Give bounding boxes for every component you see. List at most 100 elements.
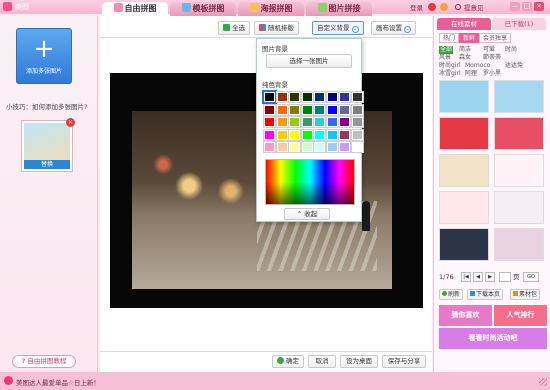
color-swatch[interactable] bbox=[313, 91, 326, 103]
color-swatch[interactable] bbox=[300, 91, 314, 103]
color-spectrum-picker[interactable] bbox=[265, 159, 355, 205]
category-item[interactable]: 森女 bbox=[459, 54, 471, 62]
color-swatch[interactable] bbox=[300, 116, 314, 128]
ok-button[interactable]: 确定 bbox=[272, 355, 304, 368]
page-input[interactable] bbox=[499, 272, 511, 282]
category-item[interactable]: 阿狸 bbox=[465, 70, 477, 78]
color-swatch[interactable] bbox=[350, 116, 364, 128]
material-thumbnail[interactable] bbox=[494, 228, 544, 261]
popular-ranking-banner[interactable]: 人气排行 bbox=[494, 305, 547, 326]
category-item[interactable]: 可爱 bbox=[483, 46, 495, 54]
color-swatch[interactable] bbox=[275, 116, 289, 128]
color-swatch[interactable] bbox=[338, 141, 351, 153]
color-swatch[interactable] bbox=[263, 128, 276, 141]
material-thumbnail[interactable] bbox=[494, 117, 544, 150]
color-swatch[interactable] bbox=[313, 128, 326, 141]
resize-grip-icon[interactable] bbox=[539, 378, 547, 386]
login-link[interactable]: 登录 bbox=[410, 2, 423, 12]
cancel-button[interactable]: 取消 bbox=[308, 355, 336, 368]
color-swatch[interactable] bbox=[275, 128, 289, 141]
material-thumbnail[interactable] bbox=[439, 228, 489, 261]
category-item[interactable]: 风景 bbox=[439, 54, 451, 62]
color-swatch[interactable] bbox=[300, 141, 314, 153]
image-thumbnail[interactable]: × 替换 bbox=[22, 118, 75, 171]
color-swatch[interactable] bbox=[288, 116, 301, 128]
category-item[interactable]: 达达兔 bbox=[505, 62, 523, 70]
material-thumbnail[interactable] bbox=[439, 80, 489, 113]
color-swatch[interactable] bbox=[313, 141, 326, 153]
material-thumbnail[interactable] bbox=[494, 80, 544, 113]
tab-image-stitch[interactable]: 图片拼接 bbox=[306, 2, 372, 16]
color-swatch[interactable] bbox=[288, 103, 301, 116]
material-pack-button[interactable]: 素材包 bbox=[510, 289, 541, 300]
material-thumbnail[interactable] bbox=[439, 154, 489, 187]
first-page-button[interactable]: |◀ bbox=[461, 272, 471, 282]
color-swatch[interactable] bbox=[350, 141, 364, 153]
category-item[interactable]: 时尚girl bbox=[439, 62, 461, 70]
color-swatch[interactable] bbox=[288, 141, 301, 153]
fashion-event-banner[interactable]: 看看时尚活动吧 bbox=[439, 328, 547, 349]
category-item[interactable]: 冰雪girl bbox=[439, 70, 461, 78]
status-message[interactable]: 美图达人最爱单品☆日上新！ bbox=[16, 377, 100, 387]
color-swatch[interactable] bbox=[338, 116, 351, 128]
random-layout-button[interactable]: 随机排版 bbox=[254, 21, 299, 35]
close-button[interactable]: × bbox=[534, 2, 544, 11]
subtab-new[interactable]: 新鲜 bbox=[459, 33, 480, 43]
save-share-button[interactable]: 保存与分享 bbox=[382, 355, 426, 368]
category-item[interactable]: Momoco bbox=[465, 62, 490, 70]
weibo-icon[interactable] bbox=[428, 3, 436, 11]
color-swatch[interactable] bbox=[275, 91, 289, 103]
color-swatch[interactable] bbox=[350, 128, 364, 141]
category-item[interactable]: 时尚 bbox=[505, 46, 517, 54]
material-thumbnail[interactable] bbox=[439, 191, 489, 224]
color-swatch[interactable] bbox=[263, 116, 276, 128]
add-images-button[interactable]: + 添加多张图片 bbox=[16, 28, 72, 84]
tab-online-materials[interactable]: 在线素材 bbox=[437, 18, 491, 30]
minimize-button[interactable]: — bbox=[510, 2, 520, 11]
tip-link[interactable]: 小技巧：如何添加多张图片? bbox=[6, 101, 87, 111]
category-item[interactable]: 全部 bbox=[439, 46, 454, 54]
color-swatch[interactable] bbox=[338, 103, 351, 116]
replace-button[interactable]: 替换 bbox=[24, 160, 70, 169]
custom-background-button[interactable]: 自定义背景 ⌄ bbox=[312, 21, 364, 35]
subtab-hot[interactable]: 热门 bbox=[439, 33, 460, 43]
tab-poster-collage[interactable]: 海报拼图 bbox=[238, 2, 304, 16]
collapse-button[interactable]: ⌃ 收起 bbox=[284, 208, 330, 220]
color-swatch[interactable] bbox=[263, 141, 276, 153]
tab-downloaded[interactable]: 已下载(1) bbox=[492, 18, 546, 30]
refresh-button[interactable]: 刷新 bbox=[439, 289, 464, 300]
prev-page-button[interactable]: ◀ bbox=[473, 272, 483, 282]
feedback-link[interactable]: 提意见 bbox=[464, 2, 484, 12]
material-thumbnail[interactable] bbox=[439, 117, 489, 150]
color-swatch[interactable] bbox=[325, 116, 339, 128]
subtab-member[interactable]: 会员独享 bbox=[479, 33, 512, 43]
color-swatch[interactable] bbox=[288, 128, 301, 141]
go-button[interactable]: GO bbox=[523, 272, 539, 282]
color-swatch[interactable] bbox=[288, 91, 301, 103]
color-swatch[interactable] bbox=[313, 116, 326, 128]
material-thumbnail[interactable] bbox=[494, 191, 544, 224]
color-swatch[interactable] bbox=[262, 90, 277, 104]
next-page-button[interactable]: ▶ bbox=[485, 272, 495, 282]
material-thumbnail[interactable] bbox=[494, 154, 544, 187]
maximize-button[interactable]: □ bbox=[522, 2, 532, 11]
select-all-button[interactable]: 全选 bbox=[218, 21, 250, 35]
color-swatch[interactable] bbox=[300, 128, 314, 141]
color-swatch[interactable] bbox=[263, 103, 276, 116]
color-swatch[interactable] bbox=[325, 141, 339, 153]
download-page-button[interactable]: 下载本页 bbox=[467, 289, 504, 300]
color-swatch[interactable] bbox=[350, 103, 364, 116]
color-swatch[interactable] bbox=[275, 103, 289, 116]
color-swatch[interactable] bbox=[325, 91, 339, 103]
category-item[interactable]: 節荼荼 bbox=[483, 54, 501, 62]
color-swatch[interactable] bbox=[325, 128, 339, 141]
color-swatch[interactable] bbox=[300, 103, 314, 116]
color-swatch[interactable] bbox=[313, 103, 326, 116]
color-swatch[interactable] bbox=[325, 103, 339, 116]
tab-free-collage[interactable]: 自由拼图 bbox=[102, 2, 168, 17]
category-item[interactable]: 简洁 bbox=[459, 46, 471, 54]
color-swatch[interactable] bbox=[338, 91, 351, 103]
delete-icon[interactable]: × bbox=[66, 118, 75, 127]
tab-template-collage[interactable]: 模板拼图 bbox=[170, 2, 236, 16]
color-swatch[interactable] bbox=[338, 128, 351, 141]
